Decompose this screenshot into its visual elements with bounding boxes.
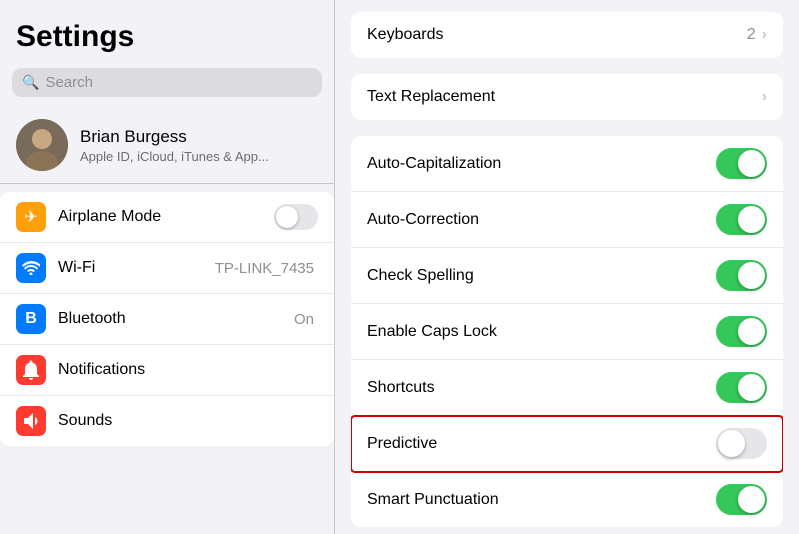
shortcuts-row[interactable]: Shortcuts — [351, 360, 783, 416]
check-spelling-toggle[interactable] — [716, 260, 767, 291]
predictive-toggle[interactable] — [716, 428, 767, 459]
airplane-icon: ✈ — [16, 202, 46, 232]
keyboards-label: Keyboards — [367, 26, 747, 44]
wifi-label: Wi-Fi — [58, 259, 203, 277]
keyboards-chevron: › — [762, 26, 767, 44]
shortcuts-toggle[interactable] — [716, 372, 767, 403]
text-replacement-chevron: › — [762, 88, 767, 106]
notifications-icon — [16, 355, 46, 385]
sidebar-item-notifications[interactable]: Notifications — [0, 345, 334, 396]
text-replacement-label: Text Replacement — [367, 88, 762, 106]
enable-caps-lock-label: Enable Caps Lock — [367, 323, 716, 341]
sounds-label: Sounds — [58, 412, 318, 430]
check-spelling-row[interactable]: Check Spelling — [351, 248, 783, 304]
auto-correction-label: Auto-Correction — [367, 211, 716, 229]
sidebar-item-sounds[interactable]: Sounds — [0, 396, 334, 446]
auto-capitalization-row[interactable]: Auto-Capitalization — [351, 136, 783, 192]
text-replacement-group: Text Replacement › — [351, 74, 783, 120]
auto-correction-row[interactable]: Auto-Correction — [351, 192, 783, 248]
predictive-label: Predictive — [367, 435, 716, 453]
predictive-row[interactable]: Predictive — [351, 416, 783, 472]
bluetooth-icon: B — [16, 304, 46, 334]
check-spelling-label: Check Spelling — [367, 267, 716, 285]
enable-caps-lock-toggle[interactable] — [716, 316, 767, 347]
user-name: Brian Burgess — [80, 127, 269, 147]
sidebar-item-bluetooth[interactable]: B Bluetooth On — [0, 294, 334, 345]
wifi-icon — [16, 253, 46, 283]
auto-capitalization-toggle[interactable] — [716, 148, 767, 179]
sidebar-item-airplane-mode[interactable]: ✈ Airplane Mode — [0, 192, 334, 243]
auto-correction-toggle[interactable] — [716, 204, 767, 235]
search-bar[interactable]: 🔍 Search — [12, 68, 322, 97]
airplane-mode-label: Airplane Mode — [58, 208, 262, 226]
smart-punctuation-toggle[interactable] — [716, 484, 767, 515]
auto-capitalization-label: Auto-Capitalization — [367, 155, 716, 173]
user-profile[interactable]: Brian Burgess Apple ID, iCloud, iTunes &… — [0, 107, 334, 184]
smart-punctuation-row[interactable]: Smart Punctuation — [351, 472, 783, 527]
wifi-value: TP-LINK_7435 — [215, 260, 314, 277]
notifications-label: Notifications — [58, 361, 318, 379]
page-title: Settings — [0, 0, 334, 64]
sidebar-settings-section: ✈ Airplane Mode Wi-Fi TP-LINK_7435 B Blu… — [0, 192, 334, 446]
airplane-mode-toggle[interactable] — [274, 204, 318, 230]
sidebar-item-wifi[interactable]: Wi-Fi TP-LINK_7435 — [0, 243, 334, 294]
enable-caps-lock-row[interactable]: Enable Caps Lock — [351, 304, 783, 360]
search-icon: 🔍 — [22, 74, 39, 91]
bluetooth-label: Bluetooth — [58, 310, 282, 328]
user-info: Brian Burgess Apple ID, iCloud, iTunes &… — [80, 127, 269, 164]
user-subtitle: Apple ID, iCloud, iTunes & App... — [80, 149, 269, 164]
bluetooth-value: On — [294, 311, 314, 328]
main-panel: Keyboards 2 › Text Replacement › Auto-Ca… — [335, 0, 799, 534]
sidebar: Settings 🔍 Search Brian Burgess Apple ID… — [0, 0, 335, 534]
smart-punctuation-label: Smart Punctuation — [367, 491, 716, 509]
avatar — [16, 119, 68, 171]
sounds-icon — [16, 406, 46, 436]
search-placeholder: Search — [45, 74, 93, 91]
keyboards-row[interactable]: Keyboards 2 › — [351, 12, 783, 58]
text-replacement-row[interactable]: Text Replacement › — [351, 74, 783, 120]
toggles-group: Auto-Capitalization Auto-Correction Chec… — [351, 136, 783, 527]
keyboards-value: 2 — [747, 26, 756, 44]
keyboards-group: Keyboards 2 › — [351, 12, 783, 58]
shortcuts-label: Shortcuts — [367, 379, 716, 397]
